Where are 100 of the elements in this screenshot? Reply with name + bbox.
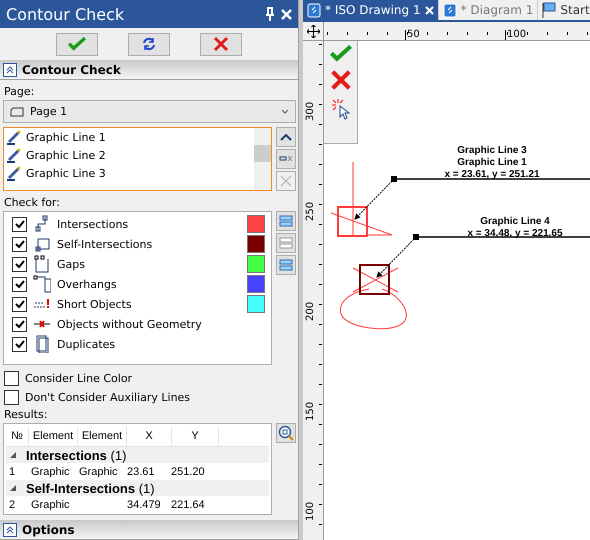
ruler-label: 300 [306, 105, 316, 123]
page-dropdown[interactable]: Page 1 [3, 100, 296, 123]
ruler-label: 100 [505, 30, 526, 40]
check-icon [68, 37, 86, 51]
collapse-icon[interactable] [3, 62, 17, 76]
color-swatch[interactable] [247, 255, 265, 273]
check-label: Objects without Geometry [57, 318, 203, 330]
pencil-icon [6, 147, 22, 163]
list-item[interactable]: Graphic Line 2 [4, 146, 254, 164]
document-icon [307, 2, 321, 18]
checkbox[interactable] [12, 276, 27, 292]
page-label: Page: [3, 84, 36, 100]
gap-icon [33, 255, 51, 273]
checkbox[interactable] [12, 256, 27, 272]
delete-icon [280, 175, 292, 187]
ok-button[interactable] [56, 32, 98, 56]
color-swatch[interactable] [247, 275, 265, 293]
table-cell: Graphic [79, 466, 118, 478]
check-label: Duplicates [57, 338, 116, 350]
layout-button[interactable] [276, 211, 296, 231]
color-swatch[interactable] [247, 215, 265, 233]
document-icon [442, 2, 457, 18]
table-cell: Graphic [31, 466, 70, 478]
table-cell: 251.20 [171, 466, 205, 478]
checkbox[interactable] [4, 390, 19, 405]
column-header[interactable]: Y [172, 426, 219, 446]
self-intersection-marker [340, 264, 407, 330]
list-action-button[interactable] [276, 127, 296, 147]
check-label: Gaps [57, 258, 86, 270]
checkbox[interactable] [12, 316, 27, 332]
section-header[interactable]: Options [0, 520, 298, 540]
accept-button[interactable] [330, 45, 352, 64]
refresh-button[interactable] [128, 32, 170, 56]
checkbox[interactable] [12, 236, 27, 252]
checkbox[interactable] [12, 336, 27, 352]
expand-triangle-icon[interactable] [10, 452, 16, 458]
ruler-label: 150 [306, 405, 316, 423]
checkbox[interactable] [12, 216, 27, 232]
section-title: Options [22, 522, 75, 536]
table-cell: 34.479 [127, 498, 161, 510]
rows-icon [279, 237, 293, 249]
ruler-label: 200 [306, 305, 316, 323]
layout-button[interactable] [276, 255, 296, 275]
chevron-up-icon [280, 133, 292, 141]
list-action-button[interactable] [276, 149, 296, 169]
close-icon[interactable] [424, 6, 434, 14]
option-label: Consider Line Color [25, 372, 134, 385]
check-for-label: Check for: [3, 195, 61, 211]
move-icon[interactable] [306, 24, 320, 38]
check-label: Self-Intersections [57, 238, 154, 250]
section-header[interactable]: Contour Check [0, 60, 298, 80]
check-label: Short Objects [57, 298, 133, 310]
table-cell: 1 [9, 466, 16, 478]
pencil-icon [6, 129, 22, 145]
color-swatch[interactable] [247, 235, 265, 253]
column-header[interactable]: X [127, 426, 172, 446]
document-tab[interactable]: * ISO Drawing 1 [303, 0, 439, 20]
check-label: Overhangs [57, 278, 118, 290]
column-header[interactable]: Element [78, 426, 127, 446]
group-title: Intersections (1) [26, 448, 126, 462]
option-label: Don't Consider Auxiliary Lines [25, 391, 192, 404]
zoom-icon [278, 425, 294, 441]
color-swatch[interactable] [247, 295, 265, 313]
scrollbar[interactable] [254, 128, 271, 190]
cursor-sparkle-icon[interactable] [330, 98, 350, 120]
remove-icon [279, 155, 293, 163]
overhang-icon [33, 275, 51, 293]
collapse-icon[interactable] [3, 522, 17, 536]
zoom-button[interactable] [276, 423, 296, 443]
close-icon [330, 68, 352, 90]
column-header[interactable]: Element [29, 426, 78, 446]
refresh-icon [142, 37, 156, 51]
expand-triangle-icon[interactable] [10, 485, 16, 491]
annotation-text: Graphic Line 4 [480, 216, 550, 227]
document-tab[interactable]: * Diagram 1 [438, 0, 538, 20]
checkbox[interactable] [12, 296, 27, 312]
column-header[interactable]: № [6, 426, 29, 446]
list-item[interactable]: Graphic Line 3 [4, 164, 254, 182]
annotation-text: Graphic Line 1 [457, 157, 527, 168]
chevron-down-icon [281, 109, 289, 114]
pencil-icon [6, 165, 22, 181]
check-icon [330, 45, 352, 62]
close-icon [213, 36, 229, 52]
cancel-button[interactable] [200, 32, 242, 56]
close-icon[interactable] [281, 8, 292, 20]
rows-icon [279, 259, 293, 271]
table-cell: Graphic [31, 498, 70, 510]
page-icon [10, 106, 24, 116]
list-item[interactable]: Graphic Line 1 [4, 128, 254, 146]
document-tab[interactable]: Start [538, 0, 590, 20]
ruler-label: 100 [306, 505, 316, 523]
section-title: Contour Check [22, 62, 121, 76]
ruler-label: 250 [306, 205, 316, 223]
panel-title: Contour Check [6, 4, 126, 24]
layout-button[interactable] [276, 233, 296, 253]
group-title: Self-Intersections (1) [26, 480, 155, 496]
annotation-text: Graphic Line 3 [457, 145, 527, 156]
table-cell: 221.64 [171, 498, 205, 510]
checkbox[interactable] [4, 371, 19, 386]
pin-icon[interactable] [265, 7, 275, 21]
